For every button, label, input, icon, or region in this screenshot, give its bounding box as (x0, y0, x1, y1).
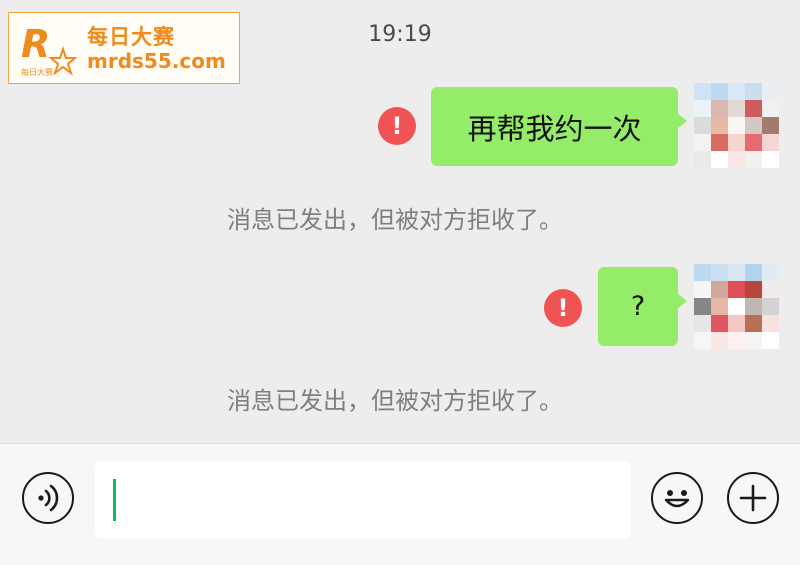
avatar-pixel (694, 264, 711, 281)
avatar-pixel (745, 100, 762, 117)
avatar-pixel (745, 83, 762, 100)
avatar-pixel (762, 281, 779, 298)
avatar-pixel (745, 117, 762, 134)
avatar-pixel (694, 298, 711, 315)
voice-button[interactable] (22, 472, 74, 524)
avatar-pixel (728, 264, 745, 281)
avatar-pixel (711, 151, 728, 168)
rejected-notice: 消息已发出，但被对方拒收了。 (227, 387, 563, 415)
avatar-pixel (711, 281, 728, 298)
message-input[interactable] (95, 461, 631, 538)
avatar-pixel (762, 83, 779, 100)
emoji-icon (664, 490, 690, 508)
avatar-pixel (694, 100, 711, 117)
message-bubble[interactable]: 再帮我约一次 (431, 87, 687, 166)
avatar-pixel (728, 298, 745, 315)
avatar-pixel (711, 83, 728, 100)
avatar-pixel (711, 117, 728, 134)
watermark-url: mrds55.com (87, 49, 226, 73)
avatar-pixel (762, 134, 779, 151)
rejected-notice: 消息已发出，但被对方拒收了。 (227, 206, 563, 234)
message-bubble[interactable]: ? (598, 267, 687, 346)
avatar-pixel (745, 332, 762, 349)
more-button[interactable] (727, 472, 779, 524)
avatar-pixel (762, 315, 779, 332)
message-text: 再帮我约一次 (467, 111, 642, 146)
avatar-pixel (694, 117, 711, 134)
avatar-pixel (711, 332, 728, 349)
avatar-pixel (745, 264, 762, 281)
avatar-pixel (745, 315, 762, 332)
avatar-pixel (728, 117, 745, 134)
input-bar (0, 443, 800, 565)
avatar-pixel (728, 134, 745, 151)
avatar-pixel (711, 100, 728, 117)
avatar-pixel (745, 151, 762, 168)
avatar-pixel (745, 298, 762, 315)
avatar-pixel (711, 264, 728, 281)
watermark-logo-caption: 每日大赛 (21, 67, 53, 77)
text-caret (113, 479, 116, 521)
avatar-pixel (728, 315, 745, 332)
avatar-pixel (694, 281, 711, 298)
message-timestamp: 19:19 (368, 22, 432, 47)
avatar-pixel (694, 83, 711, 100)
avatar-pixel (728, 332, 745, 349)
avatar-pixel (728, 100, 745, 117)
avatar-pixel (694, 315, 711, 332)
avatar-pixel (762, 332, 779, 349)
avatar-pixel (745, 281, 762, 298)
avatar-pixel (762, 100, 779, 117)
avatar-pixel (694, 332, 711, 349)
avatar-pixel (694, 151, 711, 168)
plus-icon (739, 484, 767, 512)
error-icon[interactable]: ! (378, 107, 416, 145)
error-icon[interactable]: ! (544, 289, 582, 327)
avatar[interactable] (694, 264, 780, 350)
message-text: ? (630, 291, 646, 322)
avatar-pixel (711, 315, 728, 332)
emoji-button[interactable] (651, 472, 703, 524)
avatar-pixel (728, 83, 745, 100)
avatar[interactable] (694, 83, 780, 169)
avatar-pixel (745, 134, 762, 151)
avatar-pixel (711, 134, 728, 151)
chat-area: R 每日大赛 每日大赛 mrds55.com 19:19 ! 再帮我约一次 消息… (0, 0, 800, 443)
avatar-pixel (711, 298, 728, 315)
avatar-pixel (762, 117, 779, 134)
avatar-pixel (762, 151, 779, 168)
avatar-pixel (762, 298, 779, 315)
avatar-pixel (728, 151, 745, 168)
voice-icon (38, 484, 59, 512)
avatar-pixel (762, 264, 779, 281)
avatar-pixel (694, 134, 711, 151)
avatar-pixel (728, 281, 745, 298)
